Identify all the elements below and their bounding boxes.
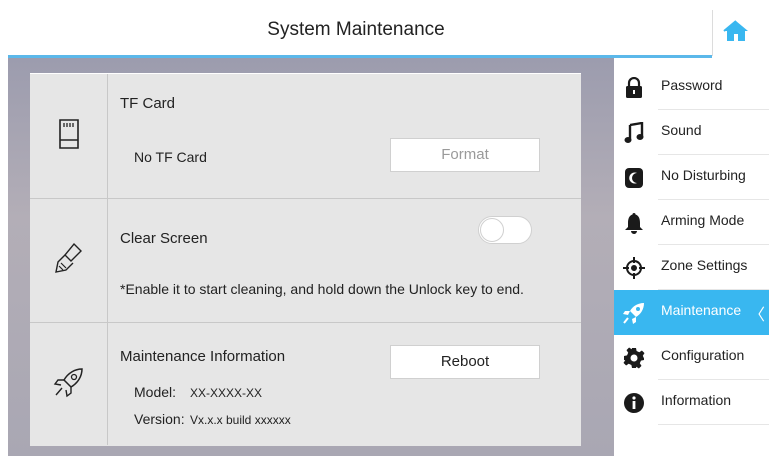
sidebar-item-label: Sound bbox=[661, 122, 702, 138]
maintenance-info-row: Maintenance Information Reboot Model: XX… bbox=[30, 323, 581, 445]
sidebar-item-configuration[interactable]: Configuration bbox=[614, 335, 769, 380]
bell-icon bbox=[622, 211, 646, 235]
divider bbox=[658, 424, 769, 425]
home-icon bbox=[723, 19, 749, 48]
lock-icon bbox=[622, 76, 646, 100]
clear-screen-title: Clear Screen bbox=[120, 230, 208, 247]
row-icon-cell bbox=[30, 323, 108, 445]
sidebar-item-label: Arming Mode bbox=[661, 212, 745, 228]
no-disturb-icon bbox=[622, 166, 646, 190]
clear-screen-toggle[interactable] bbox=[478, 216, 532, 244]
clear-screen-note: *Enable it to start cleaning, and hold d… bbox=[120, 281, 524, 297]
sidebar-item-label: Maintenance bbox=[661, 302, 742, 318]
tf-card-status: No TF Card bbox=[134, 149, 207, 165]
model-value: XX-XXXX-XX bbox=[190, 386, 263, 400]
rocket-icon bbox=[622, 301, 646, 325]
maintenance-info-title: Maintenance Information bbox=[120, 348, 286, 365]
info-icon bbox=[622, 391, 646, 415]
sidebar-item-arming-mode[interactable]: Arming Mode bbox=[614, 200, 769, 245]
chevron-left-icon: 〈 bbox=[748, 307, 765, 324]
sidebar-item-sound[interactable]: Sound bbox=[614, 110, 769, 155]
header: System Maintenance bbox=[0, 0, 769, 58]
row-icon-cell bbox=[30, 74, 108, 198]
row-icon-cell bbox=[30, 199, 108, 322]
tf-card-title: TF Card bbox=[120, 95, 176, 112]
format-button[interactable]: Format bbox=[390, 138, 540, 172]
toggle-knob bbox=[480, 218, 504, 242]
sidebar-item-information[interactable]: Information bbox=[614, 380, 769, 425]
rocket-icon bbox=[53, 366, 85, 403]
sidebar-item-label: Information bbox=[661, 392, 732, 408]
music-note-icon bbox=[622, 121, 646, 145]
page-title: System Maintenance bbox=[267, 19, 445, 40]
sidebar-item-maintenance[interactable]: Maintenance 〈 bbox=[614, 290, 769, 335]
sidebar-item-zone-settings[interactable]: Zone Settings bbox=[614, 245, 769, 290]
tf-card-row: TF Card No TF Card Format bbox=[30, 74, 581, 199]
sd-card-icon bbox=[57, 118, 81, 154]
crosshair-icon bbox=[622, 256, 646, 280]
sidebar-item-label: No Disturbing bbox=[661, 167, 746, 183]
model-label: Model: bbox=[134, 384, 177, 400]
sidebar-item-label: Password bbox=[661, 77, 723, 93]
sidebar-item-label: Configuration bbox=[661, 347, 745, 363]
clear-screen-row: Clear Screen *Enable it to start cleanin… bbox=[30, 199, 581, 323]
version-value: Vx.x.x build xxxxxx bbox=[190, 413, 291, 427]
sidebar-item-label: Zone Settings bbox=[661, 257, 748, 273]
brush-icon bbox=[54, 242, 84, 279]
version-label: Version: bbox=[134, 411, 185, 427]
reboot-button[interactable]: Reboot bbox=[390, 345, 540, 379]
gear-icon bbox=[622, 346, 646, 370]
maintenance-panel: TF Card No TF Card Format Clear Screen *… bbox=[30, 73, 581, 446]
settings-sidebar: Password Sound No Disturbing Arming Mode… bbox=[614, 58, 769, 456]
sidebar-item-password[interactable]: Password bbox=[614, 65, 769, 110]
home-button[interactable] bbox=[712, 10, 759, 56]
sidebar-item-no-disturbing[interactable]: No Disturbing bbox=[614, 155, 769, 200]
